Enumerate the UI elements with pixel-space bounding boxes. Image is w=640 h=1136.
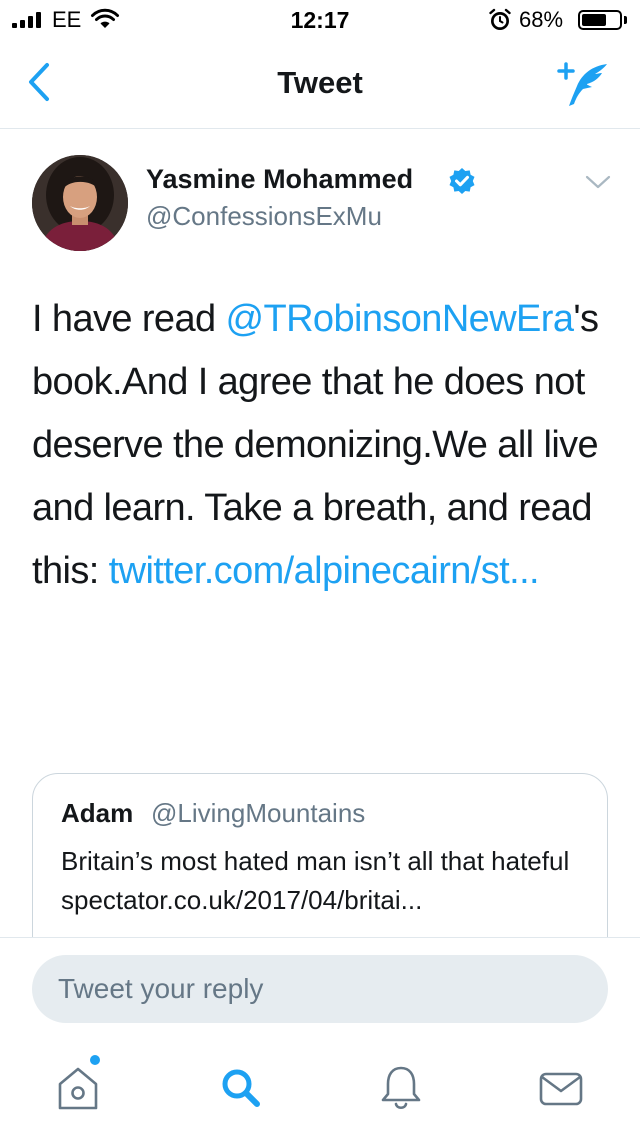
- battery-percent: 68%: [519, 7, 564, 32]
- messages-icon: [539, 1072, 583, 1106]
- author-handle[interactable]: @ConfessionsExMu: [146, 201, 382, 232]
- tab-notifications[interactable]: [371, 1060, 431, 1116]
- mention-link[interactable]: @TRobinsonNewEra: [226, 298, 575, 340]
- chevron-down-icon: [585, 175, 611, 189]
- tweet-text-middle: 's book.And I agree that he does not des…: [32, 298, 599, 592]
- page-title: Tweet: [277, 65, 363, 100]
- battery-nub: [624, 16, 627, 24]
- tweet-options-button[interactable]: [584, 172, 612, 192]
- battery-level-fill: [582, 14, 606, 26]
- tab-search[interactable]: [210, 1060, 270, 1116]
- home-icon: [58, 1067, 98, 1110]
- tweet-text: I have read @TRobinsonNewEra's book.And …: [32, 288, 622, 603]
- reply-input[interactable]: Tweet your reply: [32, 955, 608, 1023]
- notifications-icon: [381, 1066, 421, 1110]
- tweet-detail-screen: EE 12:17 68% Tweet Yasmine Mohammed @Con…: [0, 0, 640, 1136]
- tab-messages[interactable]: [531, 1060, 591, 1116]
- quoted-tweet-text: Britain’s most hated man isn’t all that …: [61, 846, 570, 915]
- battery-icon: [578, 10, 622, 30]
- nav-bar: Tweet: [0, 40, 640, 129]
- avatar-portrait: [32, 155, 128, 251]
- verified-badge-icon: [449, 168, 475, 194]
- tweet-url-link[interactable]: twitter.com/alpinecairn/st...: [109, 550, 540, 592]
- author-avatar[interactable]: [32, 155, 128, 251]
- tweet-text-intro: I have read: [32, 298, 226, 340]
- quoted-author-name: Adam: [61, 798, 134, 828]
- tab-home[interactable]: [48, 1060, 108, 1116]
- search-icon: [222, 1069, 260, 1107]
- alarm-icon: [489, 8, 511, 30]
- author-name[interactable]: Yasmine Mohammed: [146, 164, 413, 195]
- home-new-content-dot: [90, 1055, 100, 1065]
- compose-tweet-icon: [557, 62, 607, 106]
- status-bar: EE 12:17 68%: [0, 0, 640, 40]
- quoted-author-handle: @LivingMountains: [151, 798, 366, 828]
- compose-tweet-button[interactable]: [552, 58, 614, 108]
